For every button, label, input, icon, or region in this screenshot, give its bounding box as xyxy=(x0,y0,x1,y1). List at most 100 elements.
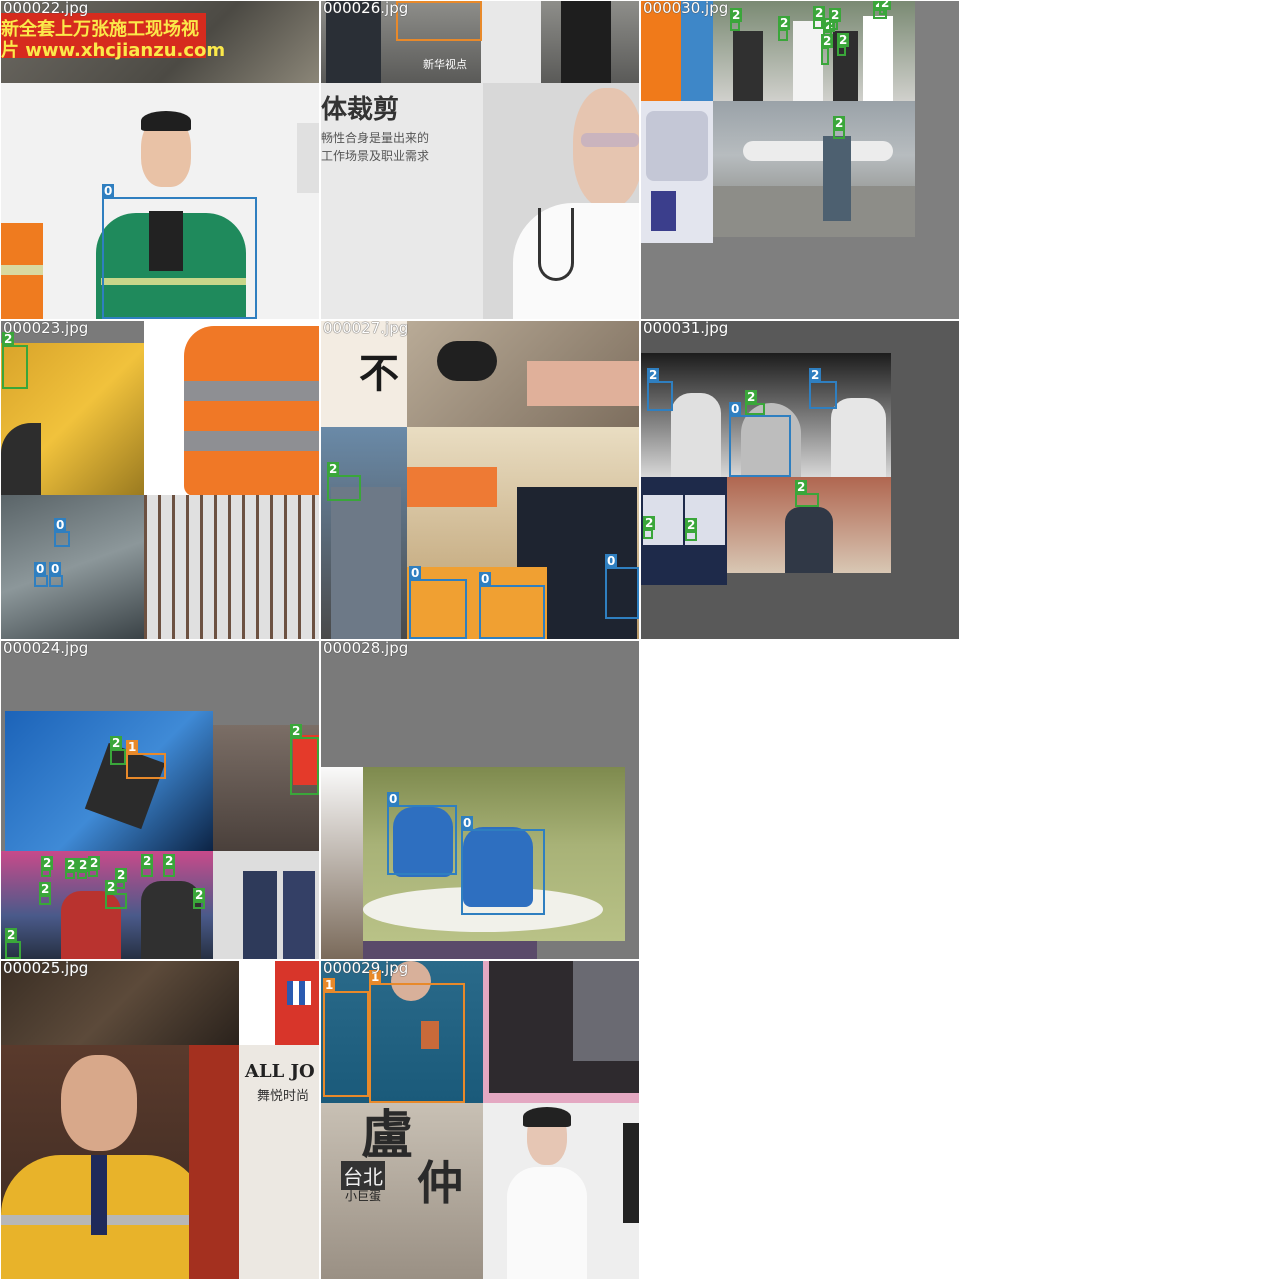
bounding-box: 2 xyxy=(41,856,54,877)
class-label: 0 xyxy=(387,792,400,806)
class-label: 2 xyxy=(88,856,101,870)
bounding-box: 0 xyxy=(409,566,467,639)
bounding-box: 2 xyxy=(65,858,78,879)
fashion-photo xyxy=(483,961,639,1103)
filename-label: 000029.jpg xyxy=(323,961,409,977)
bounding-box: 2 xyxy=(39,882,52,905)
ad-heading: 体裁剪 xyxy=(321,95,400,125)
bounding-box: 0 xyxy=(387,792,457,875)
banner-line-2: 片 www.xhcjianzu.com xyxy=(1,40,226,61)
class-label: 2 xyxy=(833,116,846,130)
tile-000031: 2 2 2 0 2 2 2 000031.jpg xyxy=(641,321,959,639)
class-label: 1 xyxy=(126,740,139,754)
cover-character-1: 盧 xyxy=(361,1105,414,1166)
railway-photo xyxy=(713,101,915,237)
bounding-box: 2 xyxy=(141,854,154,877)
tile-000024: 2 1 2 2 2 2 2 2 2 2 2 2 2 2 000024.jpg xyxy=(1,641,319,959)
brand-name: ALL JO xyxy=(245,1061,315,1082)
class-label: 2 xyxy=(327,462,340,476)
brand-subtitle: 舞悦时尚 xyxy=(257,1089,310,1104)
filename-label: 000024.jpg xyxy=(3,641,89,657)
bounding-box: 1 xyxy=(126,740,166,779)
bounding-box: 0 xyxy=(729,402,791,477)
filename-label: 000031.jpg xyxy=(643,321,729,337)
bounding-box: 2 xyxy=(879,1,892,15)
tile-000026: 新华视点 体裁剪 畅性合身是量出来的 工作场景及职业需求 000026.jpg xyxy=(321,1,639,319)
cover-text-1: 台北 xyxy=(341,1161,385,1190)
bounding-box: 2 xyxy=(685,518,698,541)
tile-000028: 0 0 000028.jpg xyxy=(321,641,639,959)
nurse-photo xyxy=(483,1103,639,1279)
bounding-box: 2 xyxy=(2,332,28,389)
bounding-box: 2 xyxy=(5,928,21,959)
filename-label: 000026.jpg xyxy=(323,1,409,17)
class-label: 2 xyxy=(39,882,52,896)
bounding-box: 2 xyxy=(833,116,846,139)
class-label: 2 xyxy=(290,724,303,738)
class-label: 2 xyxy=(193,888,206,902)
watermark-text: 新华视点 xyxy=(423,58,467,71)
class-label: 2 xyxy=(745,390,758,404)
filename-label: 000023.jpg xyxy=(3,321,89,337)
filename-label: 000030.jpg xyxy=(643,1,729,17)
class-label: 2 xyxy=(115,868,128,882)
rooftop-man-photo xyxy=(727,477,891,573)
bounding-box: 2 xyxy=(809,368,837,409)
pink-strip-photo xyxy=(363,941,537,959)
uniform-sleeve-photo xyxy=(239,961,319,1045)
cover-text-2: 小巨蛋 xyxy=(345,1189,382,1203)
class-label: 0 xyxy=(729,402,742,416)
bounding-box: 1 xyxy=(323,978,369,1097)
bbox-class0: 0 xyxy=(102,184,257,319)
bounding-box: 2 xyxy=(829,8,842,30)
class-label: 2 xyxy=(821,34,834,48)
bounding-box: 2 xyxy=(821,34,834,65)
bounding-box: 0 xyxy=(54,518,70,547)
bounding-box: 0 xyxy=(479,572,545,639)
bounding-box: 2 xyxy=(163,854,176,877)
attendants-photo xyxy=(213,851,319,959)
bounding-box: 2 xyxy=(730,8,743,31)
tile-000022: 新全套上万张施工现场视 片 www.xhcjianzu.com 0 000022… xyxy=(1,1,319,319)
class-label: 0 xyxy=(54,518,67,532)
steel-worker-photo xyxy=(5,711,213,851)
van-photo xyxy=(641,101,713,243)
class-label: 2 xyxy=(685,518,698,532)
filename-label: 000028.jpg xyxy=(323,641,409,657)
tile-000023: 2 0 0 0 000023.jpg xyxy=(1,321,319,639)
river-photo xyxy=(1,495,144,639)
yellow-jacket-man-photo xyxy=(1,1045,239,1279)
class-label: 2 xyxy=(778,16,791,30)
bounding-box: 2 xyxy=(643,516,656,539)
class-label: 2 xyxy=(41,856,54,870)
bounding-box: 2 xyxy=(327,462,361,501)
class-label: 1 xyxy=(323,978,336,992)
class-label: 2 xyxy=(647,368,660,382)
class-label: 2 xyxy=(837,33,850,47)
class-label: 2 xyxy=(65,858,78,872)
bounding-box: 0 xyxy=(605,554,639,619)
class-label: 2 xyxy=(829,8,842,22)
class-label: 2 xyxy=(141,854,154,868)
warning-signs-photo xyxy=(641,477,727,585)
tile-000027: 不 2 0 0 0 000027.jpg xyxy=(321,321,639,639)
bounding-box: 0 xyxy=(34,562,48,587)
filename-label: 000025.jpg xyxy=(3,961,89,977)
detection-mosaic: 新全套上万张施工现场视 片 www.xhcjianzu.com 0 000022… xyxy=(0,0,1280,1280)
class-label: 2 xyxy=(643,516,656,530)
bounding-box: 2 xyxy=(778,16,791,41)
class-label: 2 xyxy=(809,368,822,382)
ad-subtext-2: 工作场景及职业需求 xyxy=(321,149,430,163)
class-label: 2 xyxy=(879,1,892,10)
bounding-box: 2 xyxy=(105,880,127,909)
bounding-box: 2 xyxy=(837,33,850,56)
tile-000030: 2 2 2 2 2 2 2 2 2 2 000030.jpg xyxy=(641,1,959,319)
class-label: 2 xyxy=(163,854,176,868)
class-label: 0 xyxy=(49,562,62,576)
class-label: 0 xyxy=(605,554,618,568)
bounding-box: 1 xyxy=(369,970,465,1103)
filename-label: 000022.jpg xyxy=(3,1,89,17)
class-label: 2 xyxy=(795,480,808,494)
bounding-box: 2 xyxy=(115,868,128,889)
class-label: 0 xyxy=(479,572,492,586)
